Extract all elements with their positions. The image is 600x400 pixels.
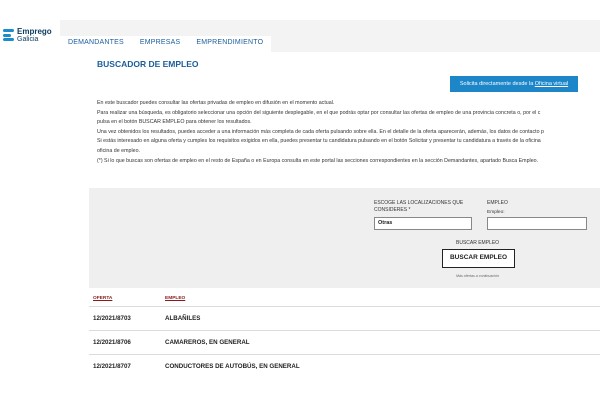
header-empleo[interactable]: EMPLEO — [161, 296, 185, 306]
table-row[interactable]: 12/2021/8706 CAMAREROS, EN GENERAL — [89, 330, 600, 354]
empleo-input[interactable] — [487, 217, 587, 230]
page-title: BUSCADOR DE EMPLEO — [97, 59, 199, 69]
intro-line: (*) Si lo que buscas son ofertas de empl… — [97, 157, 539, 164]
location-label: ESCOGE LAS LOCALIZACIONES QUE CONSIDERES… — [374, 200, 464, 213]
oficina-virtual-link[interactable]: Oficina virtual — [535, 81, 568, 87]
logo-line1: Emprego — [17, 27, 52, 36]
tab-empresas[interactable]: EMPRESAS — [131, 36, 189, 52]
oficina-virtual-text: Solicita directamente desde la — [459, 81, 535, 87]
logo-icon — [3, 29, 14, 41]
oferta-cell: 12/2021/8707 — [93, 363, 131, 370]
empleo-label: EMPLEO — [487, 200, 508, 206]
empleo-cell: ALBAÑILES — [165, 315, 201, 322]
emprego-galicia-logo[interactable]: Emprego Galicia — [3, 28, 52, 44]
intro-line: Una vez obtenidos los resultados, puedes… — [97, 128, 544, 135]
intro-line: oficina de empleo. — [97, 147, 140, 154]
top-bar: Emprego Galicia DEMANDANTES EMPRESAS EMP… — [0, 0, 600, 52]
location-select[interactable]: Otras — [374, 217, 472, 230]
oferta-cell: 12/2021/8706 — [93, 339, 131, 346]
buscar-empleo-button[interactable]: BUSCAR EMPLEO — [442, 249, 515, 268]
intro-line: Si estás interesado en alguna oferta y c… — [97, 138, 541, 145]
tab-demandantes[interactable]: DEMANDANTES — [60, 36, 132, 52]
empleo-sublabel: Empleo: — [487, 210, 505, 215]
header-oferta[interactable]: OFERTA — [89, 296, 161, 306]
tab-emprendimiento[interactable]: EMPRENDIMIENTO — [188, 36, 272, 52]
results-table: OFERTA EMPLEO 12/2021/8703 ALBAÑILES 12/… — [89, 296, 600, 378]
intro-line: Para realizar una búsqueda, es obligator… — [97, 109, 541, 116]
main-nav: DEMANDANTES EMPRESAS EMPRENDIMIENTO — [60, 36, 272, 52]
table-header: OFERTA EMPLEO — [89, 296, 600, 306]
intro-text: En este buscador puedes consultar las of… — [97, 99, 600, 166]
intro-line: En este buscador puedes consultar las of… — [97, 100, 335, 106]
more-offers-note: Más ofertas a continuación — [456, 274, 499, 278]
search-panel: ESCOGE LAS LOCALIZACIONES QUE CONSIDERES… — [89, 188, 600, 288]
logo-line2: Galicia — [17, 36, 39, 43]
oficina-virtual-button[interactable]: Solicita directamente desde la Oficina v… — [450, 76, 578, 92]
table-row[interactable]: 12/2021/8703 ALBAÑILES — [89, 306, 600, 330]
table-row[interactable]: 12/2021/8707 CONDUCTORES DE AUTOBÚS, EN … — [89, 354, 600, 378]
intro-line: pulsa en el botón BUSCAR EMPLEO para obt… — [97, 119, 252, 126]
buscar-label: BUSCAR EMPLEO — [456, 240, 500, 246]
empleo-cell: CAMAREROS, EN GENERAL — [165, 339, 250, 346]
empleo-cell: CONDUCTORES DE AUTOBÚS, EN GENERAL — [165, 363, 300, 370]
oferta-cell: 12/2021/8703 — [93, 315, 131, 322]
